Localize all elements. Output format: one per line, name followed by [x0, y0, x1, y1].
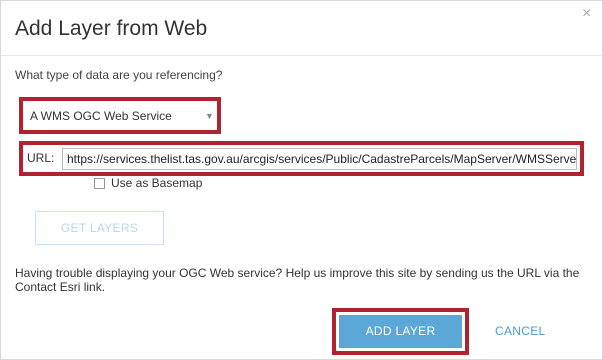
data-type-question: What type of data are you referencing? — [15, 68, 223, 82]
url-input[interactable]: https://services.thelist.tas.gov.au/arcg… — [62, 148, 577, 170]
dialog-title: Add Layer from Web — [15, 17, 208, 40]
url-label: URL: — [27, 151, 55, 165]
use-as-basemap-label: Use as Basemap — [111, 176, 203, 190]
add-layer-dialog: Add Layer from Web × What type of data a… — [0, 0, 603, 360]
title-divider — [1, 55, 603, 56]
data-type-select[interactable]: A WMS OGC Web Service ▼ — [30, 106, 214, 127]
help-text: Having trouble displaying your OGC Web s… — [15, 266, 580, 294]
data-type-selected-value: A WMS OGC Web Service — [30, 109, 172, 123]
use-as-basemap-checkbox[interactable] — [94, 178, 105, 189]
close-icon[interactable]: × — [582, 6, 591, 22]
add-layer-button[interactable]: ADD LAYER — [339, 315, 462, 348]
get-layers-button[interactable]: GET LAYERS — [35, 211, 164, 245]
cancel-button[interactable]: CANCEL — [495, 324, 545, 338]
chevron-down-icon: ▼ — [205, 111, 214, 121]
